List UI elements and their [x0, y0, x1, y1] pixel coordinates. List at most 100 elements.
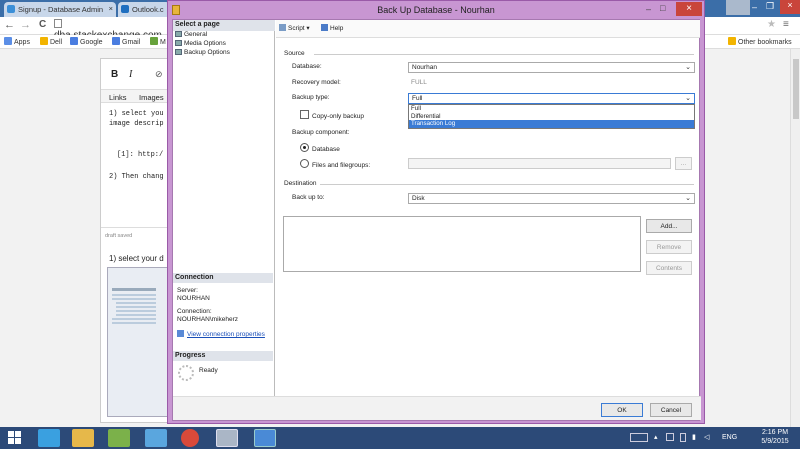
stackexchange-icon	[7, 5, 15, 13]
remote-icon[interactable]	[254, 429, 276, 447]
italic-button[interactable]: I	[129, 69, 132, 80]
ssms-icon[interactable]	[216, 429, 238, 447]
scrollbar-thumb[interactable]	[793, 59, 799, 119]
forward-icon[interactable]: →	[20, 19, 31, 31]
windows-taskbar: ▴ ▮ ◁ ENG 2:16 PM 5/9/2015	[0, 427, 800, 449]
chevron-down-icon: ⌄	[685, 95, 691, 102]
backup-type-combo[interactable]: Full ⌄	[408, 93, 695, 104]
dropdown-option-transaction-log[interactable]: Transaction Log	[409, 120, 694, 128]
back-icon[interactable]: ←	[4, 19, 15, 31]
radio-unchecked-icon	[300, 159, 309, 168]
minimize-icon[interactable]: –	[752, 2, 766, 14]
contents-button[interactable]: Contents	[646, 261, 692, 275]
filegroups-field[interactable]	[408, 158, 671, 169]
language-indicator[interactable]: ENG	[722, 434, 737, 441]
start-icon[interactable]	[8, 431, 22, 445]
flag-icon[interactable]	[666, 433, 674, 441]
script-button[interactable]: Script ▾	[279, 24, 310, 32]
maximize-icon[interactable]: □	[660, 3, 672, 13]
recovery-model-value: FULL	[411, 79, 427, 86]
database-icon	[172, 5, 180, 15]
restore-icon[interactable]: ❐	[766, 1, 780, 13]
close-dialog-icon[interactable]: ×	[676, 2, 702, 16]
connection-label: Connection:	[177, 308, 212, 315]
clock-time[interactable]: 2:16 PM	[755, 429, 795, 436]
group-divider	[314, 54, 694, 55]
database-label: Database:	[292, 63, 322, 70]
preview-text: 1) select your d	[109, 254, 164, 263]
view-connection-properties-link[interactable]: View connection properties	[177, 330, 265, 338]
bookmark-gmail[interactable]: Gmail	[112, 37, 140, 47]
help-button[interactable]: Help	[321, 24, 343, 32]
browse-button[interactable]: ...	[675, 157, 692, 170]
general-page: Script ▾ Help Source Database: Nourhan ⌄ …	[173, 20, 701, 420]
bookmark-m[interactable]: M	[150, 37, 166, 47]
page-icon	[175, 40, 182, 46]
close-tab-icon[interactable]: ×	[109, 4, 113, 13]
tab-outlook[interactable]: Outlook.c	[118, 2, 170, 17]
chevron-down-icon: ⌄	[685, 195, 691, 202]
editor-line: [1]: http:/	[117, 151, 164, 159]
radio-database[interactable]: Database	[300, 143, 340, 153]
radio-files-filegroups[interactable]: Files and filegroups:	[300, 159, 370, 169]
volume-icon[interactable]: ◁	[704, 433, 709, 441]
page-item-general[interactable]: General	[173, 31, 274, 40]
preview-screenshot	[107, 267, 169, 417]
back-up-to-label: Back up to:	[292, 194, 325, 201]
page-icon	[175, 31, 182, 37]
menu-icon[interactable]: ≡	[783, 19, 789, 30]
ok-button[interactable]: OK	[601, 403, 643, 417]
remove-button[interactable]: Remove	[646, 240, 692, 254]
bookmark-other[interactable]: Other bookmarks	[728, 37, 792, 47]
bookmark-dell[interactable]: Dell	[40, 37, 62, 47]
progress-spinner-icon	[178, 365, 194, 381]
bold-button[interactable]: B	[111, 69, 118, 80]
cancel-button[interactable]: Cancel	[650, 403, 692, 417]
system-tray: ▴ ▮ ◁ ENG 2:16 PM 5/9/2015	[630, 427, 800, 449]
star-icon[interactable]: ★	[767, 19, 776, 30]
recovery-model-label: Recovery model:	[292, 79, 341, 86]
database-combo[interactable]: Nourhan ⌄	[408, 62, 695, 73]
help-icon	[321, 24, 328, 31]
browser-window-controls: – ❐ ×	[726, 0, 800, 15]
page-item-backup-options[interactable]: Backup Options	[173, 49, 274, 58]
destination-list[interactable]	[283, 216, 641, 272]
keyboard-icon[interactable]	[630, 433, 648, 442]
bookmark-google[interactable]: Google	[70, 37, 103, 47]
backup-component-label: Backup component:	[292, 129, 350, 136]
chevron-up-icon[interactable]: ▴	[654, 433, 658, 441]
group-divider	[320, 184, 694, 185]
add-button[interactable]: Add...	[646, 219, 692, 233]
close-window-icon[interactable]: ×	[780, 0, 800, 14]
battery-icon[interactable]	[680, 433, 686, 442]
clock-date[interactable]: 5/9/2015	[755, 438, 795, 445]
dropdown-option-full[interactable]: Full	[409, 105, 694, 113]
app-icon[interactable]	[108, 429, 130, 447]
chrome-icon[interactable]	[181, 429, 199, 447]
radio-checked-icon	[300, 143, 309, 152]
bookmark-apps[interactable]: Apps	[4, 37, 30, 47]
signal-icon[interactable]: ▮	[692, 433, 696, 441]
draft-status: draft saved	[105, 233, 133, 239]
dialog-body: Select a page General Media Options Back…	[172, 19, 701, 421]
tab-links[interactable]: Links	[109, 93, 127, 102]
page-scrollbar[interactable]	[790, 49, 800, 429]
file-explorer-icon[interactable]	[72, 429, 94, 447]
copy-only-checkbox[interactable]: Copy-only backup	[300, 110, 364, 120]
back-up-to-combo[interactable]: Disk ⌄	[408, 193, 695, 204]
tab-images[interactable]: Images	[139, 93, 164, 102]
virtualbox-icon[interactable]	[145, 429, 167, 447]
page-item-media-options[interactable]: Media Options	[173, 40, 274, 49]
select-page-header: Select a page	[173, 20, 275, 31]
url-field[interactable]: dba.stackexchange.com	[54, 19, 170, 41]
dropdown-option-differential[interactable]: Differential	[409, 113, 694, 121]
connection-value: NOURHAN\mikeherz	[177, 316, 239, 323]
reload-icon[interactable]: C	[39, 19, 46, 30]
profile-button[interactable]	[726, 0, 750, 15]
chevron-down-icon: ⌄	[685, 64, 691, 71]
minimize-icon[interactable]: –	[646, 4, 658, 14]
ie-icon[interactable]	[38, 429, 60, 447]
checkbox-box	[300, 110, 309, 119]
link-icon[interactable]: ⊘	[155, 69, 163, 80]
tab-signup[interactable]: Signup - Database Admin ×	[4, 2, 116, 17]
